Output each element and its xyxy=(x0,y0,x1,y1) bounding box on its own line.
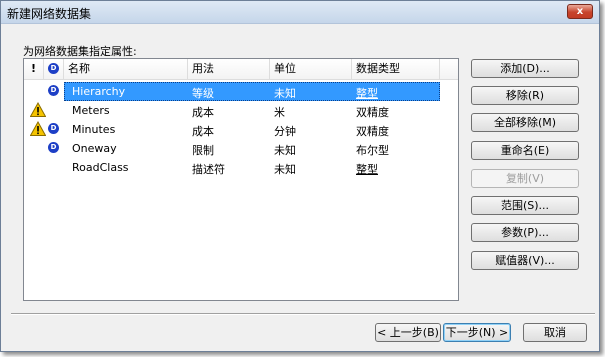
attr-unit: 分钟 xyxy=(274,125,296,138)
back-button[interactable]: < 上一步(B) xyxy=(375,323,441,342)
attr-type: 双精度 xyxy=(356,106,389,119)
attr-type: 布尔型 xyxy=(356,144,389,157)
column-header-filler xyxy=(440,59,458,80)
attr-usage: 等级 xyxy=(192,87,214,100)
column-header-type[interactable]: 数据类型 xyxy=(352,59,440,80)
attr-unit: 未知 xyxy=(274,87,296,100)
table-row[interactable]: Meters 成本 米 双精度 xyxy=(24,101,458,120)
attr-type: 整型 xyxy=(356,87,378,100)
domain-icon: D xyxy=(48,123,59,134)
column-header-name[interactable]: 名称 xyxy=(64,59,188,80)
attr-unit: 未知 xyxy=(274,144,296,157)
column-header-warning[interactable]: ! xyxy=(24,59,44,80)
attr-unit: 未知 xyxy=(274,163,296,176)
domain-icon: D xyxy=(48,142,59,153)
ranges-button[interactable]: 范围(S)... xyxy=(471,196,579,215)
attr-type: 双精度 xyxy=(356,125,389,138)
attr-usage: 限制 xyxy=(192,144,214,157)
parameters-button[interactable]: 参数(P)... xyxy=(471,223,579,242)
remove-button[interactable]: 移除(R) xyxy=(471,86,579,105)
attributes-label: 为网络数据集指定属性: xyxy=(23,45,137,58)
attr-usage: 描述符 xyxy=(192,163,225,176)
new-network-dataset-dialog: 新建网络数据集 x 为网络数据集指定属性: ! D 名称 用法 单位 数据类型 … xyxy=(0,0,600,352)
add-button[interactable]: 添加(D)... xyxy=(471,59,579,78)
table-row[interactable]: RoadClass 描述符 未知 整型 xyxy=(24,158,458,177)
evaluators-button[interactable]: 赋值器(V)... xyxy=(471,251,579,270)
attr-unit: 米 xyxy=(274,106,285,119)
footer-separator xyxy=(11,313,595,315)
column-header-unit[interactable]: 单位 xyxy=(270,59,352,80)
domain-header-icon: D xyxy=(48,63,59,74)
attr-type: 整型 xyxy=(356,163,378,176)
warning-icon xyxy=(30,102,46,117)
warning-icon xyxy=(30,121,46,136)
column-header-domain[interactable]: D xyxy=(44,59,64,80)
next-button[interactable]: 下一步(N) > xyxy=(443,323,511,342)
title-bar[interactable]: 新建网络数据集 x xyxy=(1,1,599,24)
copy-button[interactable]: 复制(V) xyxy=(471,169,579,188)
attr-name: Minutes xyxy=(72,123,116,136)
window-title: 新建网络数据集 xyxy=(7,7,92,21)
attr-usage: 成本 xyxy=(192,106,214,119)
column-header-usage[interactable]: 用法 xyxy=(188,59,270,80)
table-row[interactable]: D Oneway 限制 未知 布尔型 xyxy=(24,139,458,158)
attr-name: Meters xyxy=(72,104,110,117)
close-button[interactable]: x xyxy=(567,4,593,19)
domain-icon: D xyxy=(47,84,60,97)
attr-usage: 成本 xyxy=(192,125,214,138)
attr-name: Oneway xyxy=(72,142,117,155)
cancel-button[interactable]: 取消 xyxy=(523,323,587,342)
remove-all-button[interactable]: 全部移除(M) xyxy=(471,113,579,132)
rename-button[interactable]: 重命名(E) xyxy=(471,141,579,160)
attributes-list[interactable]: ! D 名称 用法 单位 数据类型 D Hierarchy 等级 未知 整型 M… xyxy=(23,58,459,301)
attr-name: Hierarchy xyxy=(72,85,126,98)
table-row[interactable]: D Minutes 成本 分钟 双精度 xyxy=(24,120,458,139)
attr-name: RoadClass xyxy=(72,161,129,174)
table-row[interactable]: D Hierarchy 等级 未知 整型 xyxy=(24,82,458,101)
